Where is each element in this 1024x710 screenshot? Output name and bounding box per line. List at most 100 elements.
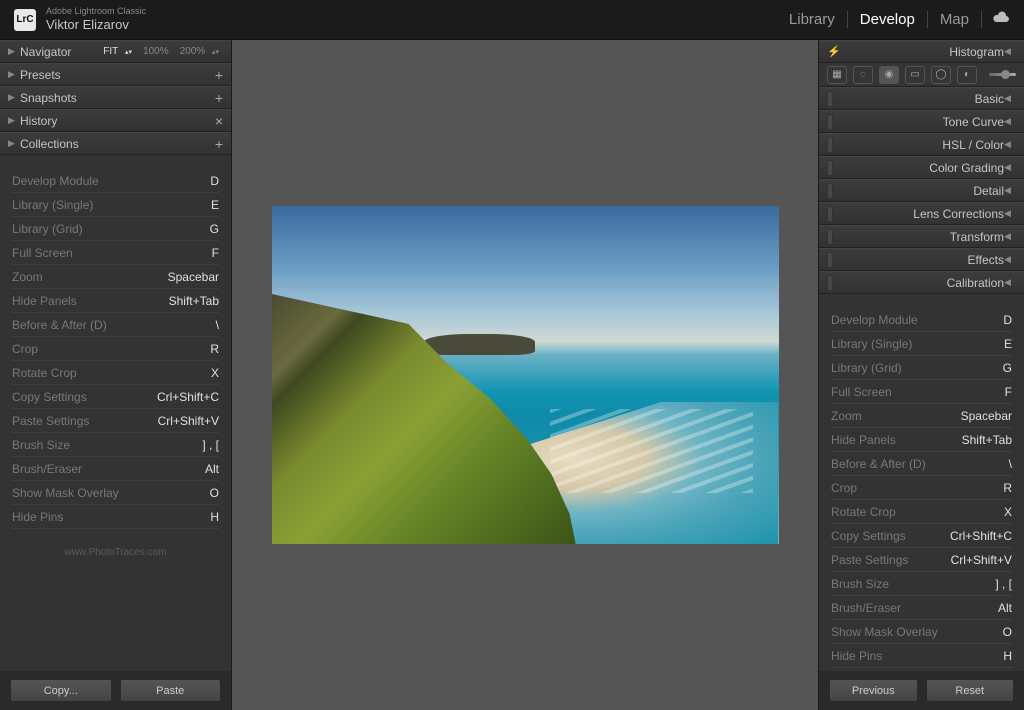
cloud-sync-icon[interactable] bbox=[992, 11, 1010, 28]
radial-tool-icon[interactable]: ◯ bbox=[931, 66, 951, 84]
zoom-fit[interactable]: FIT ▴▾ bbox=[99, 46, 136, 57]
tool-strip: ▦ ◌ ◉ ▭ ◯ ◐ bbox=[819, 63, 1024, 87]
shortcut-row: Develop ModuleD bbox=[12, 169, 219, 193]
paste-button[interactable]: Paste bbox=[120, 679, 222, 702]
shortcut-row: Develop ModuleD bbox=[831, 308, 1012, 332]
collapse-icon: ▶ bbox=[8, 69, 20, 80]
shortcut-row: Copy SettingsCrl+Shift+C bbox=[831, 524, 1012, 548]
panel-switch-icon[interactable] bbox=[827, 275, 833, 291]
credit-text: www.PhotoTraces.com bbox=[12, 547, 219, 558]
panel-switch-icon[interactable] bbox=[827, 160, 833, 176]
preview-image[interactable] bbox=[272, 206, 779, 544]
panel-snapshots[interactable]: ▶ Snapshots + bbox=[0, 86, 231, 109]
clear-history-icon[interactable]: × bbox=[215, 113, 223, 129]
app-logo: LrC bbox=[14, 9, 36, 31]
shortcut-row: Brush Size] , [ bbox=[12, 433, 219, 457]
collapse-icon: ◀ bbox=[1004, 277, 1016, 288]
module-develop[interactable]: Develop bbox=[848, 11, 928, 28]
collapse-icon: ◀ bbox=[1004, 231, 1016, 242]
shortcut-row: Library (Grid)G bbox=[831, 356, 1012, 380]
crop-tool-icon[interactable]: ▦ bbox=[827, 66, 847, 84]
add-preset-icon[interactable]: + bbox=[215, 67, 223, 83]
shortcut-row: Brush/EraserAlt bbox=[831, 596, 1012, 620]
shortcut-row: Paste SettingsCrl+Shift+V bbox=[12, 409, 219, 433]
zoom-200[interactable]: 200% ▴▾ bbox=[176, 46, 223, 57]
shortcut-row: Hide PinsH bbox=[12, 505, 219, 529]
shortcut-row: Show Mask OverlayO bbox=[831, 620, 1012, 644]
zoom-100[interactable]: 100% bbox=[141, 46, 171, 57]
panel-histogram[interactable]: ⚡ Histogram ◀ bbox=[819, 40, 1024, 63]
module-map[interactable]: Map bbox=[928, 11, 982, 28]
shortcut-row: ZoomSpacebar bbox=[831, 404, 1012, 428]
panel-switch-icon[interactable] bbox=[827, 114, 833, 130]
collapse-icon: ▶ bbox=[8, 46, 20, 57]
flash-icon: ⚡ bbox=[827, 45, 841, 58]
shortcut-row: Paste SettingsCrl+Shift+V bbox=[831, 548, 1012, 572]
module-library[interactable]: Library bbox=[777, 11, 848, 28]
copy-button[interactable]: Copy... bbox=[10, 679, 112, 702]
canvas-area[interactable] bbox=[232, 40, 818, 710]
previous-button[interactable]: Previous bbox=[829, 679, 918, 702]
top-bar: LrC Adobe Lightroom Classic Viktor Eliza… bbox=[0, 0, 1024, 40]
brush-tool-icon[interactable]: ◐ bbox=[957, 66, 977, 84]
panel-navigator[interactable]: ▶ Navigator FIT ▴▾ 100% 200% ▴▾ bbox=[0, 40, 231, 63]
panel-detail[interactable]: Detail◀ bbox=[819, 179, 1024, 202]
panel-tone-curve[interactable]: Tone Curve◀ bbox=[819, 110, 1024, 133]
panel-color-grading[interactable]: Color Grading◀ bbox=[819, 156, 1024, 179]
panel-switch-icon[interactable] bbox=[827, 229, 833, 245]
tool-slider[interactable] bbox=[989, 73, 1016, 76]
panel-switch-icon[interactable] bbox=[827, 137, 833, 153]
shortcut-row: Full ScreenF bbox=[831, 380, 1012, 404]
panel-collections[interactable]: ▶ Collections + bbox=[0, 132, 231, 155]
gradient-tool-icon[interactable]: ▭ bbox=[905, 66, 925, 84]
shortcut-row: Hide PinsH bbox=[831, 644, 1012, 668]
collapse-icon: ▶ bbox=[8, 115, 20, 126]
user-name: Viktor Elizarov bbox=[46, 17, 146, 33]
panel-lens-corrections[interactable]: Lens Corrections◀ bbox=[819, 202, 1024, 225]
collapse-icon: ◀ bbox=[1004, 93, 1016, 104]
panel-presets[interactable]: ▶ Presets + bbox=[0, 63, 231, 86]
collapse-icon: ◀ bbox=[1004, 116, 1016, 127]
shortcut-list-right: Develop ModuleD Library (Single)E Librar… bbox=[819, 294, 1024, 668]
collapse-icon: ◀ bbox=[1004, 139, 1016, 150]
shortcut-row: CropR bbox=[12, 337, 219, 361]
collapse-icon: ◀ bbox=[1004, 46, 1016, 57]
shortcut-row: CropR bbox=[831, 476, 1012, 500]
shortcut-row: Rotate CropX bbox=[12, 361, 219, 385]
shortcut-row: Library (Grid)G bbox=[12, 217, 219, 241]
add-snapshot-icon[interactable]: + bbox=[215, 90, 223, 106]
shortcut-row: Full ScreenF bbox=[12, 241, 219, 265]
panel-calibration[interactable]: Calibration◀ bbox=[819, 271, 1024, 294]
panel-transform[interactable]: Transform◀ bbox=[819, 225, 1024, 248]
panel-effects[interactable]: Effects◀ bbox=[819, 248, 1024, 271]
shortcut-row: ZoomSpacebar bbox=[12, 265, 219, 289]
shortcut-row: Hide PanelsShift+Tab bbox=[831, 428, 1012, 452]
collapse-icon: ◀ bbox=[1004, 254, 1016, 265]
collapse-icon: ▶ bbox=[8, 92, 20, 103]
shortcut-row: Brush/EraserAlt bbox=[12, 457, 219, 481]
shortcut-row: Show Mask OverlayO bbox=[12, 481, 219, 505]
panel-history[interactable]: ▶ History × bbox=[0, 109, 231, 132]
left-panel: ▶ Navigator FIT ▴▾ 100% 200% ▴▾ ▶ Preset… bbox=[0, 40, 232, 710]
add-collection-icon[interactable]: + bbox=[215, 136, 223, 152]
shortcut-row: Rotate CropX bbox=[831, 500, 1012, 524]
shortcut-row: Before & After (D)\ bbox=[12, 313, 219, 337]
collapse-icon: ◀ bbox=[1004, 162, 1016, 173]
shortcut-row: Library (Single)E bbox=[831, 332, 1012, 356]
panel-switch-icon[interactable] bbox=[827, 252, 833, 268]
panel-basic[interactable]: Basic◀ bbox=[819, 87, 1024, 110]
panel-switch-icon[interactable] bbox=[827, 91, 833, 107]
spot-tool-icon[interactable]: ◌ bbox=[853, 66, 873, 84]
panel-switch-icon[interactable] bbox=[827, 206, 833, 222]
collapse-icon: ▶ bbox=[8, 138, 20, 149]
panel-hsl[interactable]: HSL / Color◀ bbox=[819, 133, 1024, 156]
reset-button[interactable]: Reset bbox=[926, 679, 1015, 702]
redeye-tool-icon[interactable]: ◉ bbox=[879, 66, 899, 84]
panel-switch-icon[interactable] bbox=[827, 183, 833, 199]
shortcut-row: Hide PanelsShift+Tab bbox=[12, 289, 219, 313]
app-name: Adobe Lightroom Classic bbox=[46, 7, 146, 17]
shortcut-list-left: Develop ModuleD Library (Single)E Librar… bbox=[0, 155, 231, 558]
collapse-icon: ◀ bbox=[1004, 208, 1016, 219]
shortcut-row: Copy SettingsCrl+Shift+C bbox=[12, 385, 219, 409]
shortcut-row: Before & After (D)\ bbox=[831, 452, 1012, 476]
